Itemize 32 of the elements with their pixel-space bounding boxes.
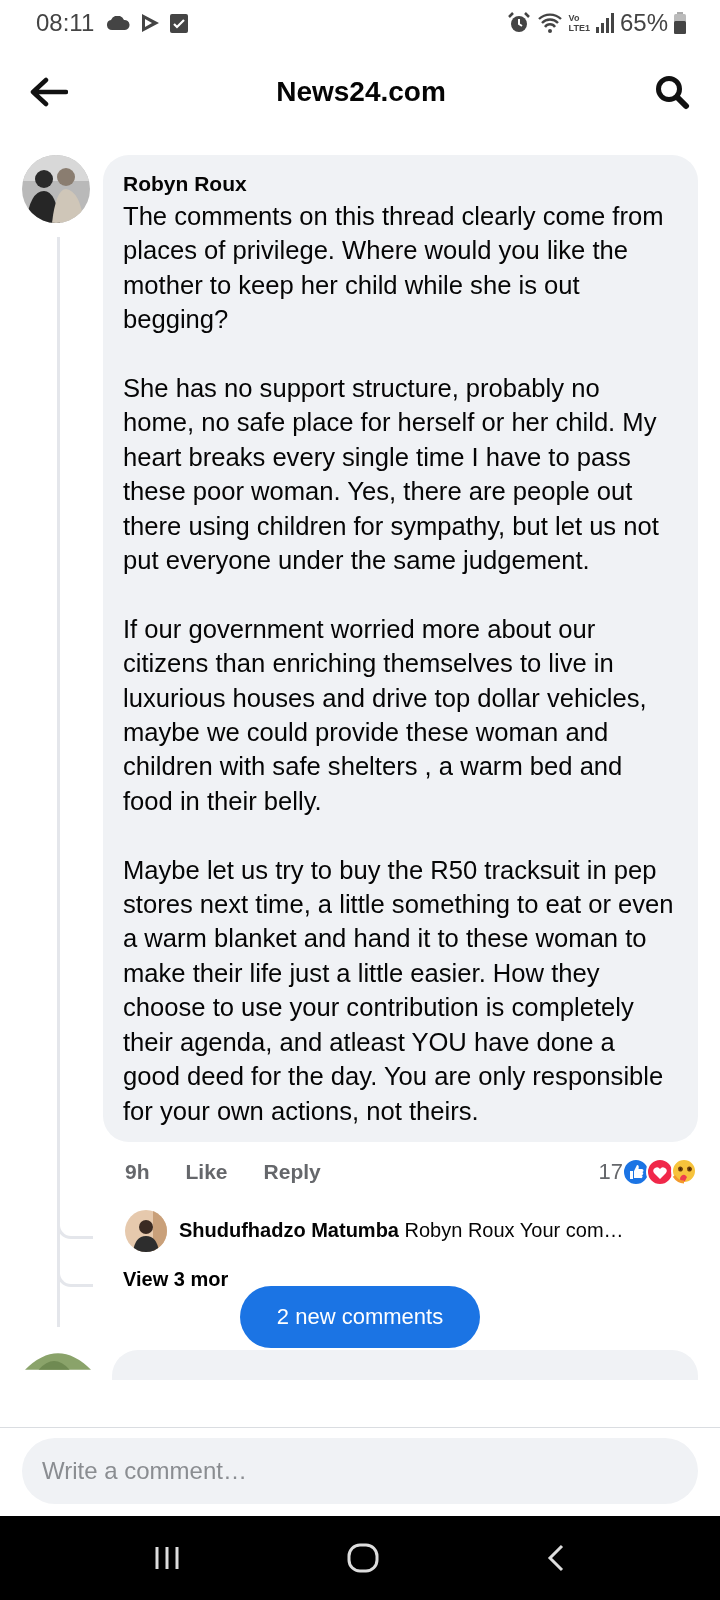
comment-text: Maybe let us try to buy the R50 tracksuit in pep stores next time, a little something to eat or even a warm blanket and hand it to these woman to make their life just a little easier. How they choose to use your contribution is completely their agenda, and atleast YOU have done a good deed for the day. You are only responsible for your own actions, not theirs.: [123, 854, 674, 1127]
comment-time: 9h: [125, 1159, 150, 1184]
lte-label: LTE1: [568, 23, 590, 33]
heart-reaction-icon: [646, 1157, 674, 1186]
page-title: News24.com: [276, 76, 446, 108]
clock: 08:11: [36, 9, 95, 37]
hug-emoji-icon: [670, 1157, 698, 1186]
comment-action-link[interactable]: Reply: [263, 1159, 321, 1184]
cloud-icon: [106, 16, 131, 30]
comment-input-field[interactable]: Write a comment…: [22, 1438, 698, 1504]
reply-author[interactable]: Shudufhadzo Matumba: [179, 1219, 399, 1242]
comment-text: The comments on this thread clearly come from places of privilege. Where would you like the mother to keep her child while she is out begging?: [123, 201, 665, 336]
new-comments-button[interactable]: 2 new comments: [240, 1285, 480, 1348]
comment-text: If our government worried more about our citizens than enriching themselves to live in luxurious houses and drive top dollar vehicles, maybe we could provide these woman and children with safe shelters , a warm bed and food in their belly.: [123, 613, 648, 817]
comment-text: She has no support structure, probably no home, no safe place for herself or her child. My heart breaks every single time I have to pass these poor woman. Yes, there are people out there using children for sympathy, but let us not put everyone under the same judgement.: [123, 373, 660, 577]
signal-icon: [595, 13, 614, 33]
comment-author[interactable]: Robyn Roux: [123, 169, 674, 199]
comment-action-link[interactable]: Like: [185, 1159, 228, 1184]
search-icon[interactable]: [654, 74, 690, 110]
volte-label: Vo: [568, 13, 581, 23]
alarm-icon: [506, 12, 531, 34]
back-arrow-icon[interactable]: [30, 77, 68, 107]
view-more-replies-link[interactable]: View 3 mor: [123, 1267, 229, 1291]
wifi-icon: [536, 12, 563, 34]
like-reaction-icon: [622, 1157, 650, 1186]
reply-preview: Robyn Roux Your com…: [404, 1219, 624, 1242]
play-icon: [140, 13, 161, 33]
checkbox-icon: [170, 13, 189, 33]
battery-icon: [674, 12, 686, 34]
battery-percent: 65%: [619, 9, 668, 37]
home-icon[interactable]: [346, 1543, 380, 1573]
reaction-count: 17: [598, 1158, 623, 1185]
